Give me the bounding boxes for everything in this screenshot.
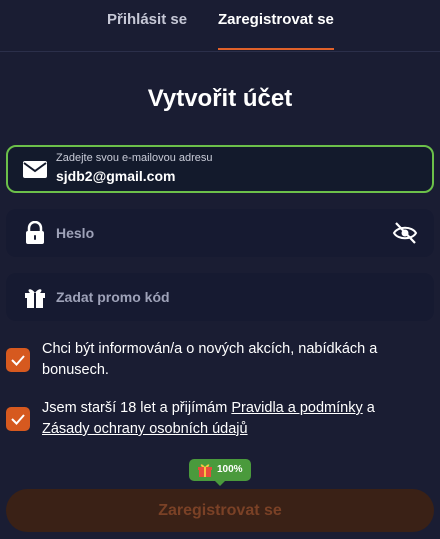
tab-login[interactable]: Přihlásit se xyxy=(107,11,187,28)
newsletter-consent-text: Chci být informován/a o nových akcích, n… xyxy=(42,341,378,378)
register-submit-button[interactable]: Zaregistrovat se xyxy=(6,489,434,532)
bonus-badge: 100% xyxy=(189,459,251,486)
newsletter-checkbox[interactable] xyxy=(6,348,30,372)
email-field-label: Zadejte svou e-mailovou adresu xyxy=(56,152,213,164)
password-placeholder: Heslo xyxy=(56,225,95,241)
rules-link[interactable]: Pravidla a podmínky xyxy=(231,400,362,416)
tab-register[interactable]: Zaregistrovat se xyxy=(218,11,334,28)
terms-consent-text: Jsem starší 18 let a přijímám Pravidla a… xyxy=(42,398,432,440)
page-title: Vytvořit účet xyxy=(147,85,293,112)
terms-text-middle: a xyxy=(362,400,375,416)
auth-tabs: Přihlásit se Zaregistrovat se xyxy=(0,0,440,52)
gift-icon xyxy=(25,289,45,308)
email-input[interactable] xyxy=(56,168,396,184)
active-tab-indicator xyxy=(218,48,334,50)
promo-code-field[interactable]: Zadat promo kód xyxy=(6,273,434,321)
check-icon xyxy=(11,355,25,366)
privacy-policy-link[interactable]: Zásady ochrany osobních údajů xyxy=(42,421,248,437)
lock-icon xyxy=(26,221,44,244)
gift-icon xyxy=(198,464,212,477)
envelope-icon xyxy=(23,161,47,178)
bonus-percent: 100% xyxy=(217,464,243,475)
eye-off-icon[interactable] xyxy=(392,221,418,245)
email-field[interactable]: Zadejte svou e-mailovou adresu xyxy=(6,145,434,193)
terms-checkbox[interactable] xyxy=(6,407,30,431)
check-icon xyxy=(11,414,25,425)
promo-code-placeholder: Zadat promo kód xyxy=(56,289,170,305)
password-field[interactable]: Heslo xyxy=(6,209,434,257)
terms-text-before: Jsem starší 18 let a přijímám xyxy=(42,400,232,416)
